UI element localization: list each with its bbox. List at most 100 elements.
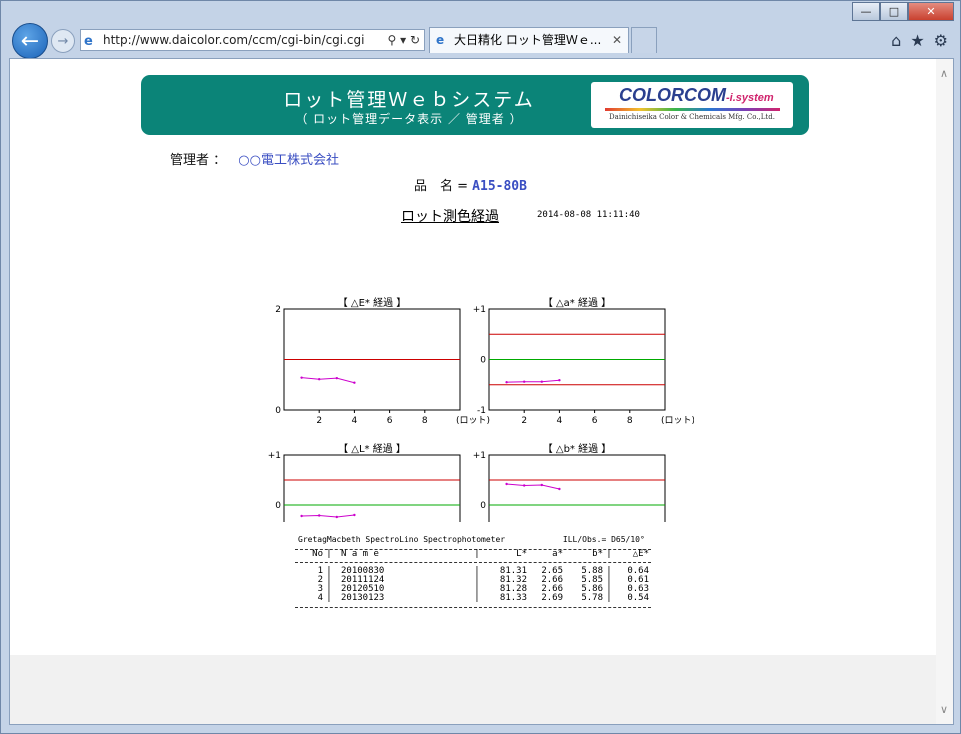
logo-color-bar: [605, 108, 780, 111]
x-tick-label: 4: [557, 416, 563, 426]
scroll-down-icon[interactable]: ∨: [940, 703, 948, 716]
series-line: [506, 379, 560, 383]
search-icon[interactable]: ⚲: [387, 33, 396, 47]
col-sep: |: [606, 593, 612, 603]
charts-svg: 【 △E* 経過 】 0 2 2 4 6 8 (ロット) 【 △a* 経過 】 -1 0 +1 2 4 6 8…: [268, 296, 694, 522]
data-point: [335, 515, 338, 519]
table-row: 4 | 20130123 | 81.33 2.69 5.78 | 0.54: [295, 594, 651, 603]
data-point: [318, 377, 321, 381]
browser-window: — □ ✕ ← → e http://www.daicolor.com/ccm/…: [0, 0, 961, 734]
chart-title: 【 △b* 経過 】: [543, 442, 612, 455]
data-point: [523, 484, 526, 487]
table-rule: [295, 562, 651, 563]
data-point: [300, 514, 303, 518]
data-point: [523, 380, 526, 383]
data-point: [335, 376, 338, 380]
address-controls[interactable]: ⚲ ▾ ↻: [387, 30, 420, 50]
x-axis-label: (ロット): [456, 416, 490, 426]
chart-title: 【 △a* 経過 】: [543, 296, 611, 309]
refresh-icon[interactable]: ↻: [410, 33, 420, 47]
illuminant-text: ILL/Obs.= D65/10°: [562, 535, 645, 544]
chevron-down-icon[interactable]: ▾: [400, 33, 406, 47]
close-button[interactable]: ✕: [908, 2, 954, 21]
tab-active[interactable]: e 大日精化 ロット管理Ｗｅ... ✕: [429, 27, 629, 53]
x-tick-label: 2: [521, 416, 527, 426]
col-sep: |: [326, 593, 332, 603]
data-point: [505, 482, 508, 486]
page-viewport: ロット管理Ｗｅｂシステム （ ロット管理データ表示 ／ 管理者 ） COLORC…: [9, 58, 954, 725]
chart-frame: [283, 454, 461, 522]
ie-page-icon: e: [84, 34, 93, 49]
favorites-star-icon[interactable]: ★: [910, 31, 924, 50]
series-line: [506, 483, 560, 490]
data-point: [300, 376, 303, 379]
data-point: [353, 381, 356, 384]
col-sep: |: [474, 549, 480, 559]
page-bottom-area: [10, 655, 938, 724]
admin-line: 管理者 ： ○○電工株式会社: [170, 149, 339, 168]
toolbar-icons: ⌂ ★ ⚙: [891, 31, 948, 50]
series-line: [301, 377, 355, 384]
col-a: a*: [552, 549, 563, 559]
y-tick-label: -1: [477, 406, 486, 416]
minimize-button[interactable]: —: [852, 2, 880, 21]
header-banner: ロット管理Ｗｅｂシステム （ ロット管理データ表示 ／ 管理者 ） COLORC…: [141, 75, 809, 135]
y-tick-label: 2: [275, 305, 281, 315]
data-point: [353, 513, 356, 517]
data-point: [540, 483, 543, 487]
maximize-button[interactable]: □: [880, 2, 908, 21]
tab-title: 大日精化 ロット管理Ｗｅ...: [454, 33, 602, 47]
y-tick-label: 0: [275, 406, 281, 416]
cell-L: 81.33: [499, 593, 527, 603]
data-point: [505, 381, 508, 384]
data-point: [558, 379, 561, 382]
col-no: No: [312, 549, 323, 559]
x-tick-label: 6: [592, 416, 598, 426]
x-tick-label: 6: [387, 416, 393, 426]
back-button[interactable]: ←: [12, 23, 48, 59]
col-name: N a m e: [341, 549, 379, 559]
tab-close-icon[interactable]: ✕: [612, 28, 622, 52]
table-rule: [295, 607, 651, 608]
address-bar[interactable]: e http://www.daicolor.com/ccm/cgi-bin/cg…: [80, 29, 425, 51]
window-controls: — □ ✕: [852, 2, 954, 21]
gear-icon[interactable]: ⚙: [934, 31, 948, 50]
x-axis-label: (ロット): [661, 416, 694, 426]
table-header-row: No | N a m e | L* a* b* | △E*: [295, 550, 651, 562]
new-tab-button[interactable]: [631, 27, 657, 53]
admin-company-link[interactable]: ○○電工株式会社: [238, 153, 339, 168]
logo-company: Dainichiseika Color & Chemicals Mfg. Co.…: [609, 113, 775, 121]
instrument-line: GretagMacbeth SpectroLino Spectrophotome…: [298, 535, 645, 544]
y-tick-label: 0: [480, 501, 486, 511]
address-text: http://www.daicolor.com/ccm/cgi-bin/cgi.…: [103, 33, 365, 47]
arrow-right-icon: →: [57, 33, 69, 49]
vertical-scrollbar[interactable]: ∧ ∨: [936, 59, 953, 724]
y-tick-label: +1: [268, 451, 281, 461]
col-sep: |: [606, 549, 612, 559]
data-point: [540, 380, 543, 383]
x-tick-label: 8: [627, 416, 633, 426]
cell-b: 5.78: [581, 593, 603, 603]
colorcom-logo: COLORCOM-i.system Dainichiseika Color & …: [591, 82, 793, 128]
arrow-left-icon: ←: [20, 28, 40, 54]
y-tick-label: 0: [275, 501, 281, 511]
chart-title: 【 △E* 経過 】: [338, 296, 407, 309]
x-tick-label: 4: [352, 416, 358, 426]
col-sep: |: [326, 549, 332, 559]
forward-button[interactable]: →: [51, 29, 75, 53]
x-tick-label: 2: [316, 416, 322, 426]
y-tick-label: 0: [480, 356, 486, 366]
x-tick-label: 8: [422, 416, 428, 426]
y-tick-label: +1: [473, 451, 486, 461]
data-point: [558, 487, 561, 491]
ie-tab-icon: e: [436, 33, 445, 47]
series-line: [301, 514, 355, 518]
chart-title: 【 △L* 経過 】: [338, 442, 406, 455]
col-L: L*: [516, 549, 527, 559]
scroll-up-icon[interactable]: ∧: [940, 67, 948, 80]
home-icon[interactable]: ⌂: [891, 31, 901, 50]
cell-a: 2.69: [541, 593, 563, 603]
chart-frame: [488, 454, 666, 522]
instrument-text: GretagMacbeth SpectroLino Spectrophotome…: [298, 535, 506, 544]
cell-no: 4: [317, 593, 323, 603]
